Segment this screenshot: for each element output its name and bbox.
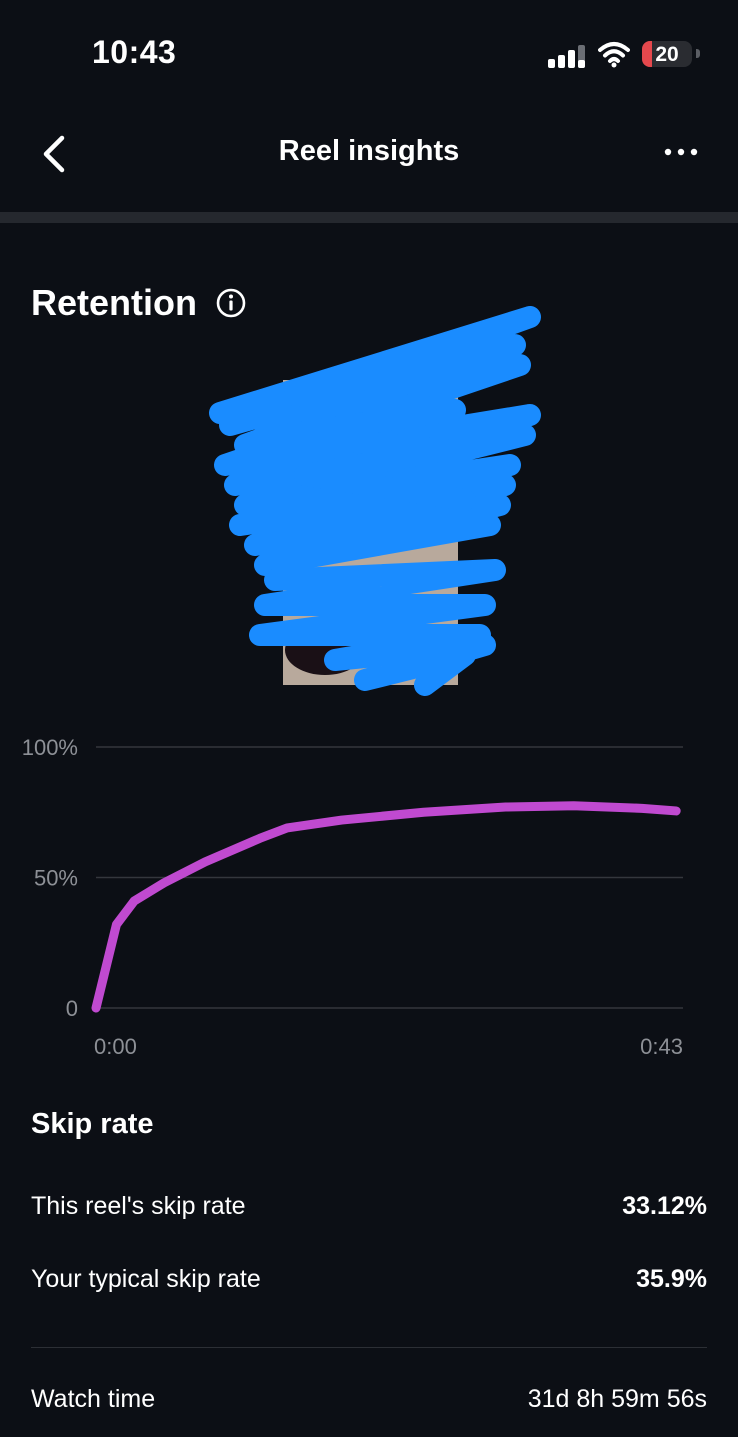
typical-skip-rate-value: 35.9% bbox=[636, 1265, 707, 1293]
chart-y-ticks: 100% 50% 0 bbox=[22, 735, 78, 1021]
chart-x-ticks: 0:00 0:43 bbox=[94, 1034, 683, 1059]
header-divider bbox=[0, 212, 738, 223]
watch-time-row: Watch time 31d 8h 59m 56s bbox=[31, 1385, 707, 1425]
retention-title: Retention bbox=[31, 282, 197, 323]
retention-chart: 100% 50% 0 0:00 0:43 bbox=[22, 735, 683, 1059]
scribble-redaction bbox=[209, 306, 541, 696]
x-tick-label: 0:43 bbox=[640, 1034, 683, 1059]
x-tick-label: 0:00 bbox=[94, 1034, 137, 1059]
battery-level: 20 bbox=[655, 43, 679, 66]
page-title: Reel insights bbox=[278, 135, 460, 167]
reel-thumbnail[interactable] bbox=[205, 305, 545, 700]
y-tick-label: 100% bbox=[22, 735, 78, 760]
y-tick-label: 50% bbox=[34, 866, 78, 891]
reel-skip-rate-row: This reel's skip rate 33.12% bbox=[31, 1192, 707, 1232]
skip-rate-title: Skip rate bbox=[31, 1108, 154, 1140]
reel-insights-screen: 10:43 20 Reel insights Retention 100% 50… bbox=[0, 0, 738, 1437]
typical-skip-rate-row: Your typical skip rate 35.9% bbox=[31, 1265, 707, 1305]
signal-icon bbox=[548, 45, 585, 68]
more-horizontal-icon bbox=[664, 148, 698, 156]
battery-tip bbox=[696, 49, 700, 58]
chart-series bbox=[91, 801, 681, 1013]
wifi-icon bbox=[598, 42, 630, 68]
section-divider bbox=[31, 1347, 707, 1348]
more-button[interactable] bbox=[664, 138, 698, 166]
y-tick-label: 0 bbox=[66, 996, 78, 1021]
typical-skip-rate-label: Your typical skip rate bbox=[31, 1265, 261, 1293]
battery-icon: 20 bbox=[642, 41, 692, 67]
status-time: 10:43 bbox=[92, 34, 177, 70]
retention-line bbox=[91, 801, 681, 1013]
reel-skip-rate-value: 33.12% bbox=[622, 1192, 707, 1220]
watch-time-label: Watch time bbox=[31, 1385, 156, 1413]
watch-time-value: 31d 8h 59m 56s bbox=[527, 1385, 707, 1413]
reel-skip-rate-label: This reel's skip rate bbox=[31, 1192, 246, 1220]
